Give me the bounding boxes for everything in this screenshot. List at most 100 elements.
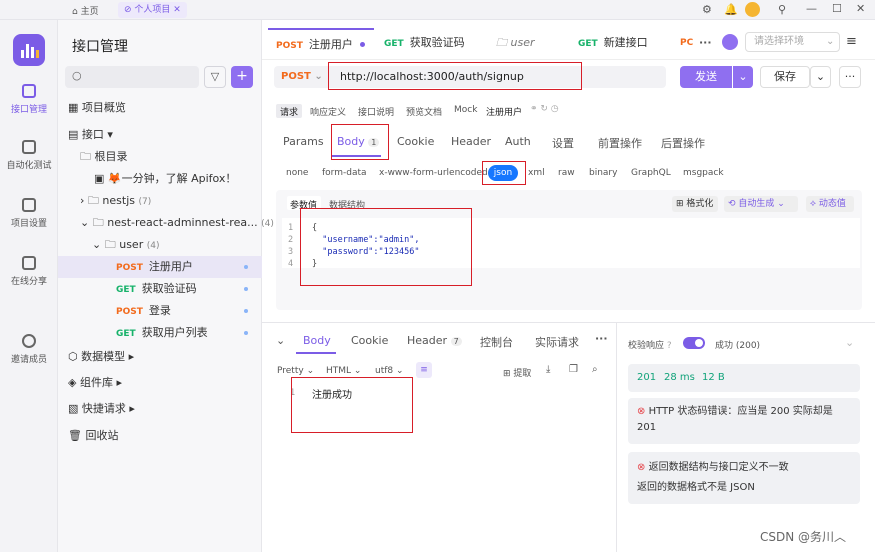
body-type-msgpack[interactable]: msgpack xyxy=(683,168,724,178)
resp-tab-console[interactable]: 控制台 xyxy=(480,334,513,350)
tab-new-api[interactable]: GET 新建接口 xyxy=(578,28,648,58)
tree-components[interactable]: ◈ 组件库 ▸ xyxy=(58,372,262,394)
close-icon[interactable]: ✕ xyxy=(856,2,865,15)
resp-tab-actual[interactable]: 实际请求 xyxy=(535,334,579,350)
encoding-select[interactable]: utf8 ⌄ xyxy=(375,366,404,376)
link-icon[interactable]: ⚭ ↻ ◷ xyxy=(530,104,559,114)
tree-label: 数据模型 xyxy=(81,350,126,363)
project-tab[interactable]: ⊘ 个人项目 ✕ xyxy=(118,2,187,18)
dynamic-value-button[interactable]: ⟡ 动态值 xyxy=(806,196,854,212)
tab-signup[interactable]: POST 注册用户 xyxy=(268,28,374,58)
env-select[interactable]: 请选择环境 ⌄ xyxy=(745,32,840,52)
body-type-binary[interactable]: binary xyxy=(589,168,617,178)
tree-label: 快捷请求 xyxy=(81,402,126,415)
menu-icon[interactable]: ≡ xyxy=(846,34,857,49)
tab-auth[interactable]: Auth xyxy=(505,135,531,148)
method-select[interactable]: POST ⌄ xyxy=(281,71,323,82)
filter-button[interactable]: ▽ xyxy=(204,66,226,88)
rail-label: 邀请成员 xyxy=(10,355,47,365)
send-button[interactable]: 发送 xyxy=(680,66,732,88)
tree-label: nestjs xyxy=(102,194,135,207)
send-dropdown-button[interactable]: ⌄ xyxy=(733,66,753,88)
home-tab[interactable]: ⌂ 主页 xyxy=(72,4,99,17)
tree-trash[interactable]: 🗑 回收站 xyxy=(58,425,262,447)
tab-params[interactable]: Params xyxy=(283,135,324,148)
tree-endpoint-signup[interactable]: POST 注册用户 xyxy=(58,256,262,278)
autogen-button[interactable]: ⟲ 自动生成 ⌄ xyxy=(724,196,798,212)
resp-tab-cookie[interactable]: Cookie xyxy=(351,334,388,347)
resp-tab-header[interactable]: Header 7 xyxy=(407,334,462,347)
tab-settings[interactable]: 设置 xyxy=(552,135,574,151)
rail-api-management[interactable]: 接口管理 xyxy=(0,84,58,115)
mode-tab-response-def[interactable]: 响应定义 xyxy=(310,105,346,118)
tree-folder-nestjs[interactable]: › 🗀 nestjs (7) xyxy=(58,190,262,212)
mode-tab-docs[interactable]: 接口说明 xyxy=(358,105,394,118)
tab-header[interactable]: Header xyxy=(451,135,491,148)
rail-invite[interactable]: 邀请成员 xyxy=(0,334,58,365)
tree-intro-doc[interactable]: ▣ 🦊一分钟，了解 Apifox！ xyxy=(58,168,262,190)
minimize-icon[interactable]: — xyxy=(806,2,817,15)
wrap-icon[interactable]: ≡ xyxy=(416,362,432,378)
resp-tab-body[interactable]: Body xyxy=(303,334,331,347)
tree-models[interactable]: ⬡ 数据模型 ▸ xyxy=(58,346,262,368)
method-badge: GET xyxy=(116,329,136,339)
tree-endpoint-userlist[interactable]: GET 获取用户列表 xyxy=(58,322,262,344)
bell-icon[interactable]: 🔔 xyxy=(724,3,738,16)
body-type-xml[interactable]: xml xyxy=(528,168,545,178)
more-icon[interactable]: ··· xyxy=(595,332,608,345)
body-type-none[interactable]: none xyxy=(286,168,308,178)
html-select[interactable]: HTML ⌄ xyxy=(326,366,361,376)
save-button[interactable]: 保存 xyxy=(760,66,810,88)
doc-icon xyxy=(22,256,36,270)
body-type-urlencoded[interactable]: x-www-form-urlencoded xyxy=(379,168,488,178)
mode-tab-mock[interactable]: Mock xyxy=(454,105,477,115)
search-icon[interactable]: ⌕ xyxy=(592,364,598,375)
tree-overview[interactable]: ▦ 项目概览 xyxy=(58,97,262,119)
env-icon[interactable] xyxy=(722,34,738,50)
avatar[interactable] xyxy=(745,2,760,17)
add-button[interactable]: + xyxy=(231,66,253,88)
error-text: HTTP 状态码错误：应当是 200 实际却是 201 xyxy=(637,406,833,433)
tab-cookie[interactable]: Cookie xyxy=(397,135,434,148)
tab-pc[interactable]: PC xyxy=(680,28,693,58)
settings-icon[interactable]: ⚙ xyxy=(702,3,712,16)
tab-user[interactable]: 🗀 user xyxy=(496,28,535,58)
pretty-select[interactable]: Pretty ⌄ xyxy=(277,366,314,376)
tab-captcha[interactable]: GET 获取验证码 xyxy=(384,28,465,58)
tree-folder-nest-react[interactable]: ⌄ 🗀 nest-react-adminnest-rea... (4) xyxy=(58,212,274,234)
tree-endpoint-captcha[interactable]: GET 获取验证码 xyxy=(58,278,262,300)
copy-icon[interactable]: ❐ xyxy=(569,364,578,375)
rail-auto-test[interactable]: 自动化测试 xyxy=(0,140,58,171)
tree-endpoint-login[interactable]: POST 登录 xyxy=(58,300,262,322)
body-type-raw[interactable]: raw xyxy=(558,168,575,178)
user-add-icon xyxy=(22,334,36,348)
tree-api[interactable]: ▤ 接口 ▾ xyxy=(58,124,262,146)
body-type-graphql[interactable]: GraphQL xyxy=(631,168,671,178)
more-button[interactable]: ··· xyxy=(839,66,861,88)
rail-project-settings[interactable]: 项目设置 xyxy=(0,198,58,229)
validate-toggle[interactable] xyxy=(683,337,705,349)
tab-pre-script[interactable]: 前置操作 xyxy=(598,135,642,151)
status-select[interactable]: 成功 (200) xyxy=(715,338,760,351)
body-type-form-data[interactable]: form-data xyxy=(322,168,367,178)
tree-quick-request[interactable]: ▧ 快捷请求 ▸ xyxy=(58,398,262,420)
collapse-icon[interactable]: ⌄ xyxy=(276,334,285,347)
pin-icon[interactable]: ⚲ xyxy=(778,3,786,16)
save-dropdown-button[interactable]: ⌄ xyxy=(810,66,831,88)
search-input[interactable]: ○ xyxy=(65,66,199,88)
tree-root[interactable]: 🗀 根目录 xyxy=(58,146,262,168)
format-button[interactable]: ⊞ 格式化 xyxy=(672,196,718,212)
chevron-down-icon[interactable]: ⌄ xyxy=(845,336,854,349)
tab-post-script[interactable]: 后置操作 xyxy=(661,135,705,151)
validate-label: 校验响应 ? xyxy=(628,338,672,351)
more-tabs-button[interactable]: ··· xyxy=(699,28,712,58)
extract-label: 提取 xyxy=(513,369,532,379)
mode-tab-request[interactable]: 请求 xyxy=(280,105,298,118)
download-icon[interactable]: ⤓ xyxy=(546,364,550,375)
extract-button[interactable]: ⊞ 提取 xyxy=(503,366,531,379)
mode-tab-preview[interactable]: 预览文档 xyxy=(406,105,442,118)
tree-folder-user[interactable]: ⌄ 🗀 user (4) xyxy=(58,234,262,256)
maximize-icon[interactable]: ☐ xyxy=(832,2,842,15)
rail-online-share[interactable]: 在线分享 xyxy=(0,256,58,287)
autogen-label: 自动生成 xyxy=(738,199,775,209)
